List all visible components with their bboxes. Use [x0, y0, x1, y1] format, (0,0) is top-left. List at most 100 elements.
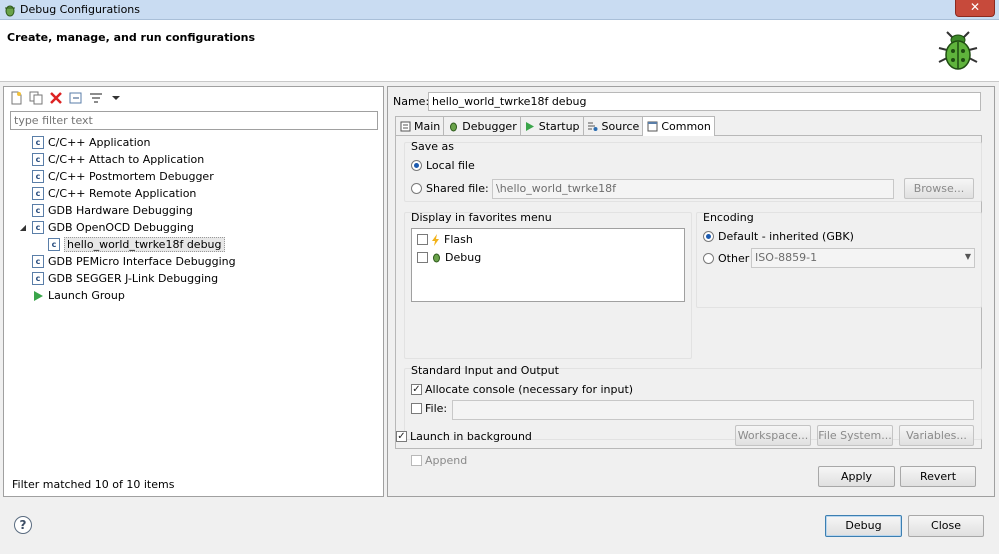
tree-item-label: C/C++ Application	[48, 136, 151, 149]
chevron-down-icon: ▼	[964, 252, 971, 261]
apply-button[interactable]: Apply	[818, 466, 895, 487]
tree-item-label: GDB PEMicro Interface Debugging	[48, 255, 236, 268]
filter-button[interactable]	[88, 90, 104, 106]
output-file-field[interactable]	[452, 400, 974, 420]
favorite-flash-label: Flash	[444, 233, 473, 246]
collapse-all-button[interactable]	[68, 90, 84, 106]
shared-file-field[interactable]: \hello_world_twrke18f	[492, 179, 894, 199]
tab-common[interactable]: Common	[642, 116, 715, 136]
delete-icon	[50, 92, 62, 104]
tree-item[interactable]: c C/C++ Postmortem Debugger	[4, 168, 384, 185]
local-file-radio[interactable]: Local file	[411, 159, 475, 172]
radio-unselected	[703, 253, 714, 264]
append-check[interactable]: Append	[411, 454, 467, 467]
c-config-icon: c	[32, 255, 44, 268]
config-tree: c C/C++ Application c C/C++ Attach to Appli…	[4, 134, 384, 304]
allocate-console-label: Allocate console (necessary for input)	[425, 383, 634, 396]
tab-main[interactable]: Main	[395, 116, 445, 135]
tree-item[interactable]: c GDB SEGGER J-Link Debugging	[4, 270, 384, 287]
filter-menu-button[interactable]	[108, 90, 124, 106]
title-bar: Debug Configurations ✕	[0, 0, 999, 20]
collapse-all-icon	[69, 92, 82, 104]
tree-item[interactable]: c C/C++ Attach to Application	[4, 151, 384, 168]
c-config-icon: c	[32, 153, 44, 166]
filter-input[interactable]	[10, 111, 378, 130]
shared-file-radio[interactable]: Shared file:	[411, 182, 489, 195]
tree-item-label: Launch Group	[48, 289, 125, 302]
encoding-title: Encoding	[703, 211, 754, 224]
tree-item[interactable]: c C/C++ Application	[4, 134, 384, 151]
window-close-button[interactable]: ✕	[955, 0, 995, 17]
common-icon	[646, 121, 658, 133]
favorites-title: Display in favorites menu	[411, 211, 552, 224]
checkbox	[417, 234, 428, 245]
delete-config-button[interactable]	[48, 90, 64, 106]
bug-icon	[433, 253, 440, 263]
other-encoding-label: Other	[718, 252, 750, 265]
checkbox-checked: ✓	[396, 431, 407, 442]
tree-item-label: GDB OpenOCD Debugging	[48, 221, 194, 234]
workspace-button[interactable]: Workspace...	[735, 425, 811, 446]
config-name-input[interactable]	[428, 92, 981, 111]
radio-selected	[703, 231, 714, 242]
new-file-icon	[11, 91, 22, 105]
expand-twisty-icon[interactable]: ◢	[18, 223, 28, 232]
save-as-title: Save as	[411, 140, 454, 153]
file-system-button[interactable]: File System...	[817, 425, 893, 446]
new-config-button[interactable]	[8, 90, 24, 106]
encoding-select[interactable]: ISO-8859-1 ▼	[751, 248, 975, 268]
tree-item[interactable]: Launch Group	[4, 287, 384, 304]
tree-item-label: C/C++ Postmortem Debugger	[48, 170, 214, 183]
tab-debugger-label: Debugger	[462, 119, 517, 133]
browse-button[interactable]: Browse...	[904, 178, 974, 199]
checkbox	[411, 403, 422, 414]
tree-item[interactable]: c hello_world_twrke18f debug	[4, 236, 384, 253]
common-tab-content: Save as Local file Shared file: \hello_w…	[395, 135, 982, 467]
c-config-icon: c	[32, 187, 44, 200]
bug-logo-icon	[938, 31, 978, 70]
flash-icon	[432, 233, 439, 246]
allocate-console-check[interactable]: ✓ Allocate console (necessary for input)	[411, 383, 633, 396]
checkbox	[411, 455, 422, 466]
help-icon[interactable]: ?	[14, 516, 32, 534]
other-encoding-radio[interactable]: Other	[703, 252, 749, 265]
name-label: Name:	[393, 95, 430, 108]
default-encoding-label: Default - inherited (GBK)	[718, 230, 854, 243]
play-icon	[524, 120, 536, 132]
duplicate-config-button[interactable]	[28, 90, 44, 106]
tree-item[interactable]: c GDB Hardware Debugging	[4, 202, 384, 219]
tree-item-label: GDB Hardware Debugging	[48, 204, 193, 217]
tab-main-label: Main	[414, 119, 441, 133]
bug-tab-icon	[447, 120, 459, 132]
source-icon	[587, 120, 599, 132]
tree-item-label: hello_world_twrke18f debug	[64, 237, 225, 252]
default-encoding-radio[interactable]: Default - inherited (GBK)	[703, 230, 854, 243]
launch-background-check[interactable]: ✓ Launch in background	[396, 430, 532, 443]
favorite-flash-check[interactable]: Flash	[417, 233, 473, 246]
tab-startup[interactable]: Startup	[519, 116, 584, 135]
config-editor: Name: Main Debugger Startup Source Commo…	[387, 86, 995, 497]
local-file-label: Local file	[426, 159, 475, 172]
tree-item[interactable]: ◢ c GDB OpenOCD Debugging	[4, 219, 384, 236]
tree-item[interactable]: c GDB PEMicro Interface Debugging	[4, 253, 384, 270]
close-button[interactable]: Close	[908, 515, 984, 537]
favorite-debug-check[interactable]: Debug	[417, 251, 481, 264]
tree-item-label: C/C++ Attach to Application	[48, 153, 205, 166]
c-config-icon: c	[32, 204, 44, 217]
debug-button[interactable]: Debug	[825, 515, 902, 537]
tree-item[interactable]: c C/C++ Remote Application	[4, 185, 384, 202]
page-heading: Create, manage, and run configurations	[7, 31, 256, 44]
tab-source[interactable]: Source	[582, 116, 644, 135]
append-label: Append	[425, 454, 468, 467]
file-output-check[interactable]: File:	[411, 402, 447, 415]
header-banner: Create, manage, and run configurations	[0, 20, 999, 82]
tab-startup-label: Startup	[538, 119, 580, 133]
tree-item-label: GDB SEGGER J-Link Debugging	[48, 272, 219, 285]
tab-common-label: Common	[661, 120, 711, 133]
duplicate-icon	[29, 91, 43, 105]
config-toolbar	[8, 89, 124, 107]
revert-button[interactable]: Revert	[900, 466, 976, 487]
tab-debugger[interactable]: Debugger	[443, 116, 521, 135]
variables-button[interactable]: Variables...	[899, 425, 974, 446]
checkbox	[417, 252, 428, 263]
